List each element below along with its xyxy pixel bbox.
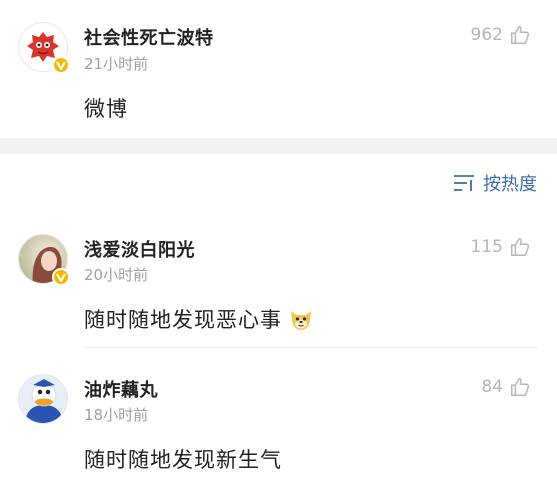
avatar[interactable] (18, 234, 70, 286)
like-count: 84 (481, 377, 503, 397)
sort-icon (454, 175, 474, 191)
like-button[interactable]: 115 (471, 236, 531, 258)
avatar[interactable] (18, 22, 70, 74)
like-count: 962 (470, 25, 503, 45)
sort-label: 按热度 (483, 174, 537, 195)
comment-text-body: 随时随地发现恶心事 (84, 308, 282, 332)
username[interactable]: 社会性死亡波特 (84, 24, 214, 50)
username[interactable]: 油炸藕丸 (84, 376, 158, 402)
timestamp: 21小时前 (84, 55, 149, 73)
avatar[interactable] (18, 374, 68, 424)
top-comment: 社会性死亡波特 21小时前 微博 962 (0, 0, 557, 138)
like-button[interactable]: 84 (481, 376, 531, 398)
thumbs-up-icon (511, 238, 530, 256)
thumbs-up-icon (511, 378, 530, 396)
duck-avatar-icon (25, 379, 63, 423)
verified-badge-icon (52, 268, 70, 286)
like-count: 115 (470, 237, 503, 257)
timestamp: 20小时前 (84, 266, 149, 284)
like-button[interactable]: 962 (471, 24, 531, 46)
timestamp: 18小时前 (84, 406, 149, 424)
sort-by-hot-button[interactable]: 按热度 (453, 170, 537, 196)
comment-text: 随时随地发现新生气 (84, 448, 282, 472)
comment-divider (84, 347, 537, 348)
verified-badge-icon (52, 56, 70, 74)
thumbs-up-icon (511, 26, 530, 44)
username[interactable]: 浅爱淡白阳光 (84, 236, 195, 262)
doge-emoji-icon (288, 306, 314, 332)
section-divider (0, 138, 557, 154)
comment-text: 随时随地发现恶心事 (84, 304, 314, 334)
comment-text: 微博 (84, 97, 128, 121)
